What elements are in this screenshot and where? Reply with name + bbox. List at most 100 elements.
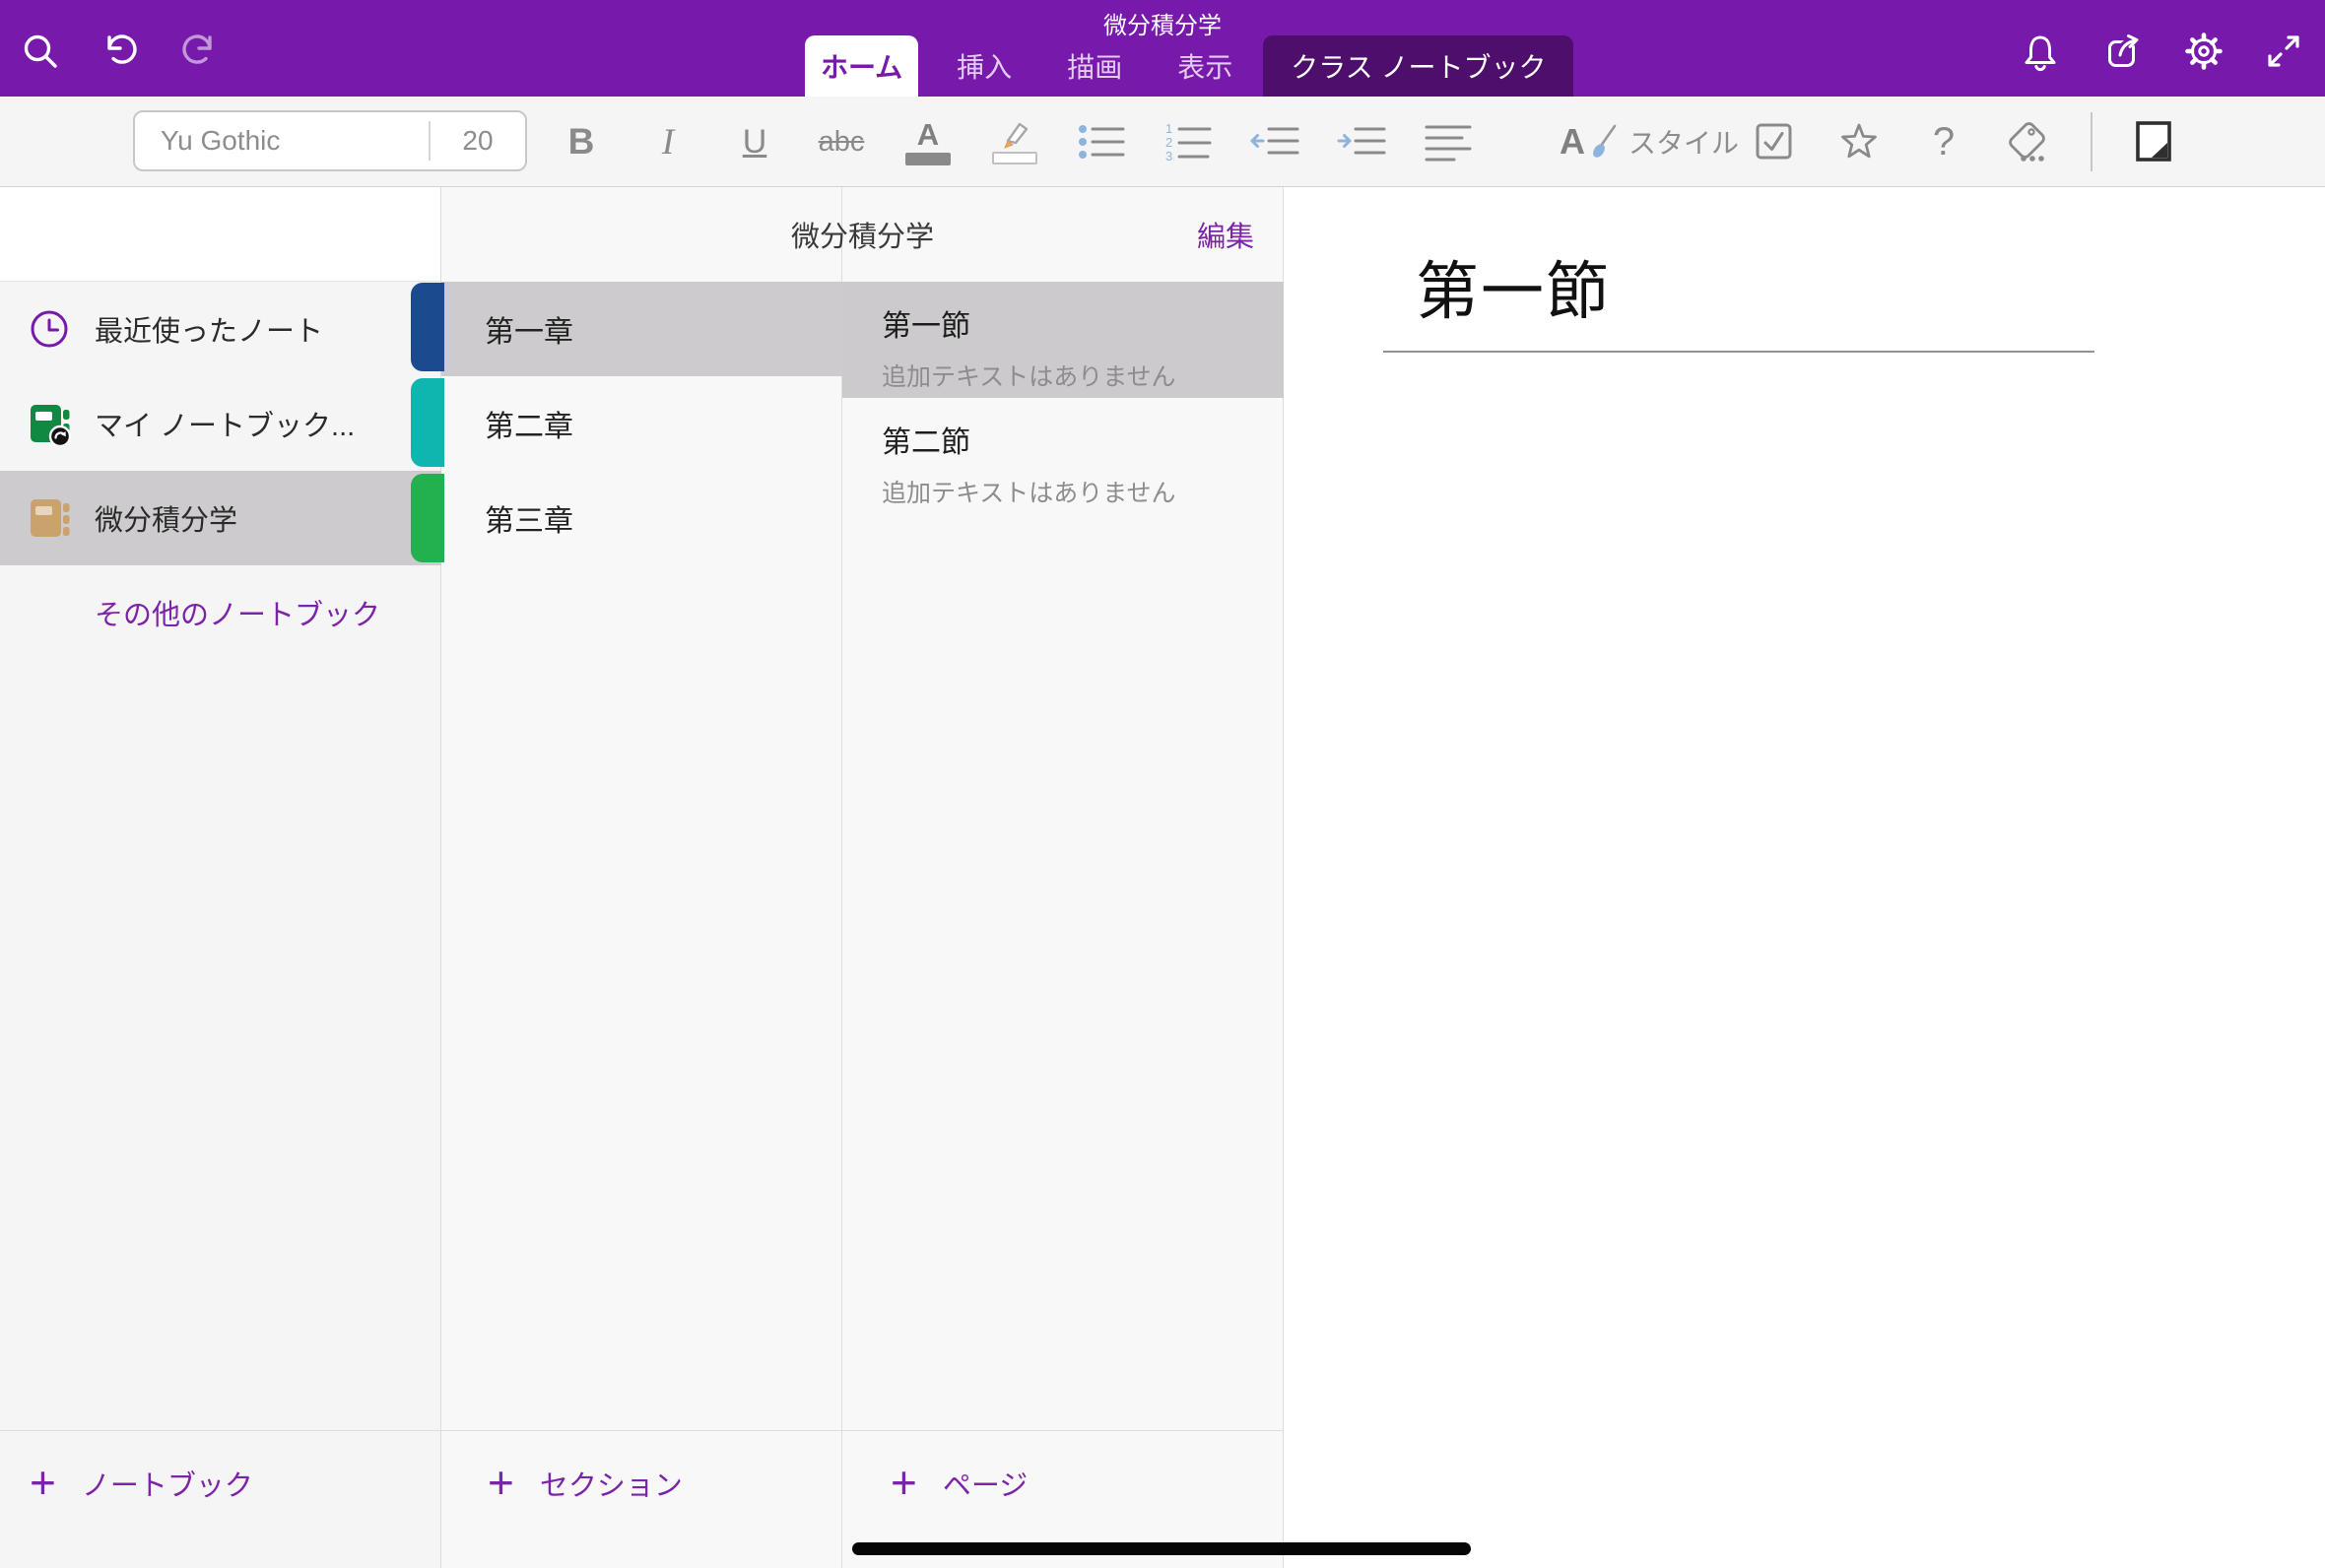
tab-draw-label: 描画 bbox=[1067, 46, 1122, 86]
italic-icon: I bbox=[662, 121, 674, 163]
bullet-list-button[interactable] bbox=[1074, 105, 1129, 178]
highlighter-button[interactable] bbox=[987, 105, 1042, 178]
font-color-swatch bbox=[905, 153, 951, 165]
notebook-header: 微分積分学 編集 bbox=[441, 187, 1284, 282]
redo-icon[interactable] bbox=[178, 30, 222, 73]
section-color-tab-chapter3[interactable] bbox=[411, 474, 444, 562]
font-color-icon: A bbox=[917, 119, 939, 150]
strikethrough-button[interactable]: abc bbox=[814, 105, 869, 178]
strikethrough-icon: abc bbox=[819, 126, 865, 159]
todo-checkbox-icon bbox=[1753, 120, 1796, 163]
alignment-button[interactable] bbox=[1421, 105, 1476, 178]
page-corner-icon bbox=[2132, 119, 2175, 164]
font-size-value[interactable]: 20 bbox=[429, 121, 525, 161]
notebook-icon bbox=[28, 496, 71, 540]
todo-checkbox-button[interactable] bbox=[1747, 105, 1802, 178]
indent-icon bbox=[1337, 121, 1386, 163]
sidebar-header-panel[interactable] bbox=[0, 187, 440, 282]
notebooks-sidebar: 最近使ったノート マイ ノートブック... bbox=[0, 187, 441, 1568]
page-title-underline bbox=[1383, 351, 2094, 353]
underline-icon: U bbox=[743, 123, 767, 162]
help-button[interactable]: ? bbox=[1916, 105, 1971, 178]
numbered-list-icon: 123 bbox=[1164, 121, 1212, 163]
alignment-icon bbox=[1425, 121, 1472, 163]
more-notebooks-label: その他のノートブック bbox=[95, 592, 380, 633]
svg-text:2: 2 bbox=[1165, 135, 1172, 150]
font-color-button[interactable]: A bbox=[900, 105, 956, 178]
undo-icon[interactable] bbox=[98, 30, 141, 73]
section-row-chapter3[interactable]: 第三章 bbox=[441, 471, 842, 565]
plus-icon: + bbox=[488, 1460, 514, 1505]
tag-icon bbox=[2005, 118, 2052, 165]
more-tags-button[interactable] bbox=[2001, 105, 2056, 178]
section-row-chapter1[interactable]: 第一章 bbox=[441, 282, 842, 376]
tab-draw[interactable]: 描画 bbox=[1050, 35, 1139, 97]
settings-gear-icon[interactable] bbox=[2182, 30, 2225, 73]
section-label: 第一章 bbox=[485, 307, 573, 351]
italic-button[interactable]: I bbox=[640, 105, 696, 178]
search-icon[interactable] bbox=[19, 30, 62, 73]
tab-class-notebook-label: クラス ノートブック bbox=[1291, 46, 1546, 86]
outdent-button[interactable] bbox=[1247, 105, 1302, 178]
page-content-area[interactable]: 第一節 bbox=[1285, 187, 2325, 1568]
section-label: 第二章 bbox=[485, 402, 573, 445]
tab-view[interactable]: 表示 bbox=[1161, 35, 1249, 97]
extra-tools-group: ? bbox=[1747, 97, 2056, 187]
section-row-chapter2[interactable]: 第二章 bbox=[441, 376, 842, 471]
add-notebook-button[interactable]: + ノートブック bbox=[0, 1430, 441, 1568]
font-name-value[interactable]: Yu Gothic bbox=[135, 125, 429, 157]
styles-brush-icon bbox=[1589, 122, 1619, 162]
bold-icon: B bbox=[568, 121, 595, 163]
section-color-tab-chapter1[interactable] bbox=[411, 283, 444, 371]
section-label: 第三章 bbox=[485, 496, 573, 540]
sidebar-item-calculus-notebook[interactable]: 微分積分学 bbox=[0, 471, 441, 565]
share-icon[interactable] bbox=[2101, 30, 2145, 73]
sidebar-item-my-notebook[interactable]: マイ ノートブック... bbox=[0, 376, 441, 471]
bullet-list-icon bbox=[1078, 121, 1125, 163]
tab-insert-label: 挿入 bbox=[957, 46, 1012, 86]
sections-column: 第一章 第二章 第三章 + セクション bbox=[441, 187, 842, 1568]
numbered-list-button[interactable]: 123 bbox=[1161, 105, 1216, 178]
styles-letter-icon: A bbox=[1560, 124, 1585, 160]
svg-text:1: 1 bbox=[1165, 121, 1172, 136]
toolbar-divider bbox=[2091, 112, 2092, 171]
expand-fullscreen-icon[interactable] bbox=[2262, 30, 2305, 73]
add-section-button[interactable]: + セクション bbox=[441, 1430, 842, 1568]
styles-label: スタイル bbox=[1628, 122, 1739, 162]
page-row-subtitle: 追加テキストはありません bbox=[882, 358, 1284, 393]
notebook-sync-icon bbox=[28, 402, 71, 445]
hide-navigation-button[interactable] bbox=[2126, 105, 2181, 178]
onenote-app: 微分積分学 ホーム 挿入 描画 表示 クラス ノートブック bbox=[0, 0, 2325, 1568]
page-content-title[interactable]: 第一節 bbox=[1416, 241, 1611, 332]
page-row-section1[interactable]: 第一節 追加テキストはありません bbox=[842, 282, 1284, 398]
plus-icon: + bbox=[891, 1460, 917, 1505]
page-row-subtitle: 追加テキストはありません bbox=[882, 474, 1284, 509]
tab-class-notebook[interactable]: クラス ノートブック bbox=[1263, 35, 1573, 97]
plus-icon: + bbox=[30, 1460, 56, 1505]
page-row-title: 第一節 bbox=[882, 301, 1284, 345]
pages-column: 第一節 追加テキストはありません 第二節 追加テキストはありません + ページ bbox=[842, 187, 1284, 1568]
styles-group: A スタイル bbox=[1560, 97, 1739, 187]
bold-button[interactable]: B bbox=[554, 105, 609, 178]
font-picker[interactable]: Yu Gothic 20 bbox=[133, 110, 527, 171]
notebook-header-title: 微分積分学 bbox=[441, 187, 1284, 282]
svg-text:3: 3 bbox=[1165, 149, 1172, 163]
more-notebooks-link[interactable]: その他のノートブック bbox=[95, 565, 430, 660]
page-row-section2[interactable]: 第二節 追加テキストはありません bbox=[842, 398, 1284, 514]
highlight-color-swatch bbox=[992, 152, 1037, 164]
indent-button[interactable] bbox=[1334, 105, 1389, 178]
section-color-tab-chapter2[interactable] bbox=[411, 378, 444, 467]
notifications-bell-icon[interactable] bbox=[2019, 30, 2062, 73]
home-indicator-bar[interactable] bbox=[852, 1542, 1471, 1555]
styles-button[interactable]: A スタイル bbox=[1560, 122, 1739, 162]
ribbon-tabs: ホーム 挿入 描画 表示 クラス ノートブック bbox=[805, 35, 1573, 97]
edit-button[interactable]: 編集 bbox=[1197, 187, 1254, 282]
tab-home-label: ホーム bbox=[821, 46, 902, 86]
star-tag-button[interactable] bbox=[1831, 105, 1887, 178]
sidebar-item-recent-notes[interactable]: 最近使ったノート bbox=[0, 282, 441, 376]
underline-button[interactable]: U bbox=[727, 105, 782, 178]
question-mark-icon: ? bbox=[1933, 120, 1955, 164]
clock-icon bbox=[28, 307, 71, 351]
tab-insert[interactable]: 挿入 bbox=[940, 35, 1029, 97]
tab-home[interactable]: ホーム bbox=[805, 35, 918, 97]
